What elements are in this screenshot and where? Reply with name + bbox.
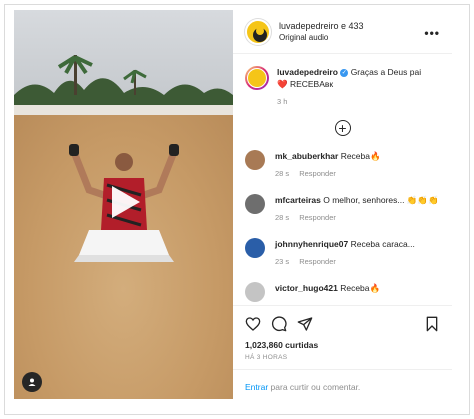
reply-button[interactable]: Responder [299, 257, 336, 266]
caption-text-2: ❤️ RECEBAвк [277, 79, 334, 89]
caption-time: 3 h [277, 97, 288, 106]
caption-username[interactable]: luvadepedreiro [277, 67, 338, 77]
comment-avatar[interactable] [245, 238, 265, 258]
author-avatar[interactable] [245, 18, 271, 45]
post-date: HÁ 3 HORAS [245, 354, 288, 361]
login-prompt: Entrar para curtir ou comentar. [233, 369, 452, 392]
comment-item: mk_abuberkhar Receba🔥 28 s Responder [233, 150, 452, 180]
header-text: luvadepedreiro e 433 Original audio [279, 21, 364, 42]
audio-label[interactable]: Original audio [279, 33, 364, 42]
comment-time: 28 s [275, 169, 290, 178]
caption-text: Graças a Deus pai [350, 67, 422, 77]
comment-username[interactable]: victor_hugo421 [275, 283, 338, 293]
login-link[interactable]: Entrar [245, 382, 268, 392]
author-username[interactable]: luvadepedreiro e 433 [279, 21, 364, 31]
comment-avatar[interactable] [245, 150, 265, 170]
caption-avatar[interactable] [245, 66, 269, 90]
post-side-panel: luvadepedreiro e 433 Original audio ••• … [233, 10, 452, 399]
verified-icon: ✓ [340, 68, 349, 77]
comment-username[interactable]: mfcarteiras [275, 195, 321, 205]
comment-time: 23 s [275, 257, 290, 266]
load-more-comments-icon[interactable]: + [334, 120, 351, 136]
comment-item: johnnyhenrique07 Receba caraca... 23 s Re… [233, 238, 452, 268]
comment-item: victor_hugo421 Receba🔥 [233, 282, 452, 302]
post-video[interactable] [14, 10, 233, 399]
comment-username[interactable]: mk_abuberkhar [275, 151, 338, 161]
reply-button[interactable]: Responder [299, 169, 336, 178]
comment-time: 28 s [275, 213, 290, 222]
post-caption: luvadepedreiro ✓ Graças a Deus pai ❤️ RE… [233, 54, 452, 108]
comment-text: Receba🔥 [340, 151, 381, 161]
comment-text: Receba🔥 [340, 283, 381, 293]
comment-text: Receba caraca... [350, 239, 415, 249]
login-text: para curtir ou comentar. [270, 382, 361, 392]
comment-icon[interactable] [271, 316, 287, 332]
post-header: luvadepedreiro e 433 Original audio ••• [233, 10, 452, 54]
reply-button[interactable]: Responder [299, 213, 336, 222]
more-icon[interactable]: ••• [424, 26, 440, 40]
comment-item: mfcarteiras O melhor, senhores... 👏👏👏 28… [233, 194, 452, 224]
comment-avatar[interactable] [245, 194, 265, 214]
share-icon[interactable] [297, 316, 313, 332]
tagged-user-icon[interactable] [22, 372, 42, 392]
comment-avatar[interactable] [245, 282, 265, 302]
play-icon[interactable] [104, 182, 144, 222]
heart-icon[interactable] [245, 316, 261, 332]
likes-count[interactable]: 1,023,860 curtidas [233, 332, 452, 350]
comment-text: O melhor, senhores... 👏👏👏 [323, 195, 439, 205]
bookmark-icon[interactable] [424, 316, 440, 332]
comment-username[interactable]: johnnyhenrique07 [275, 239, 348, 249]
comments-section: luvadepedreiro ✓ Graças a Deus pai ❤️ RE… [233, 54, 452, 304]
post-actions: 1,023,860 curtidas HÁ 3 HORAS Entrar par… [233, 305, 452, 399]
